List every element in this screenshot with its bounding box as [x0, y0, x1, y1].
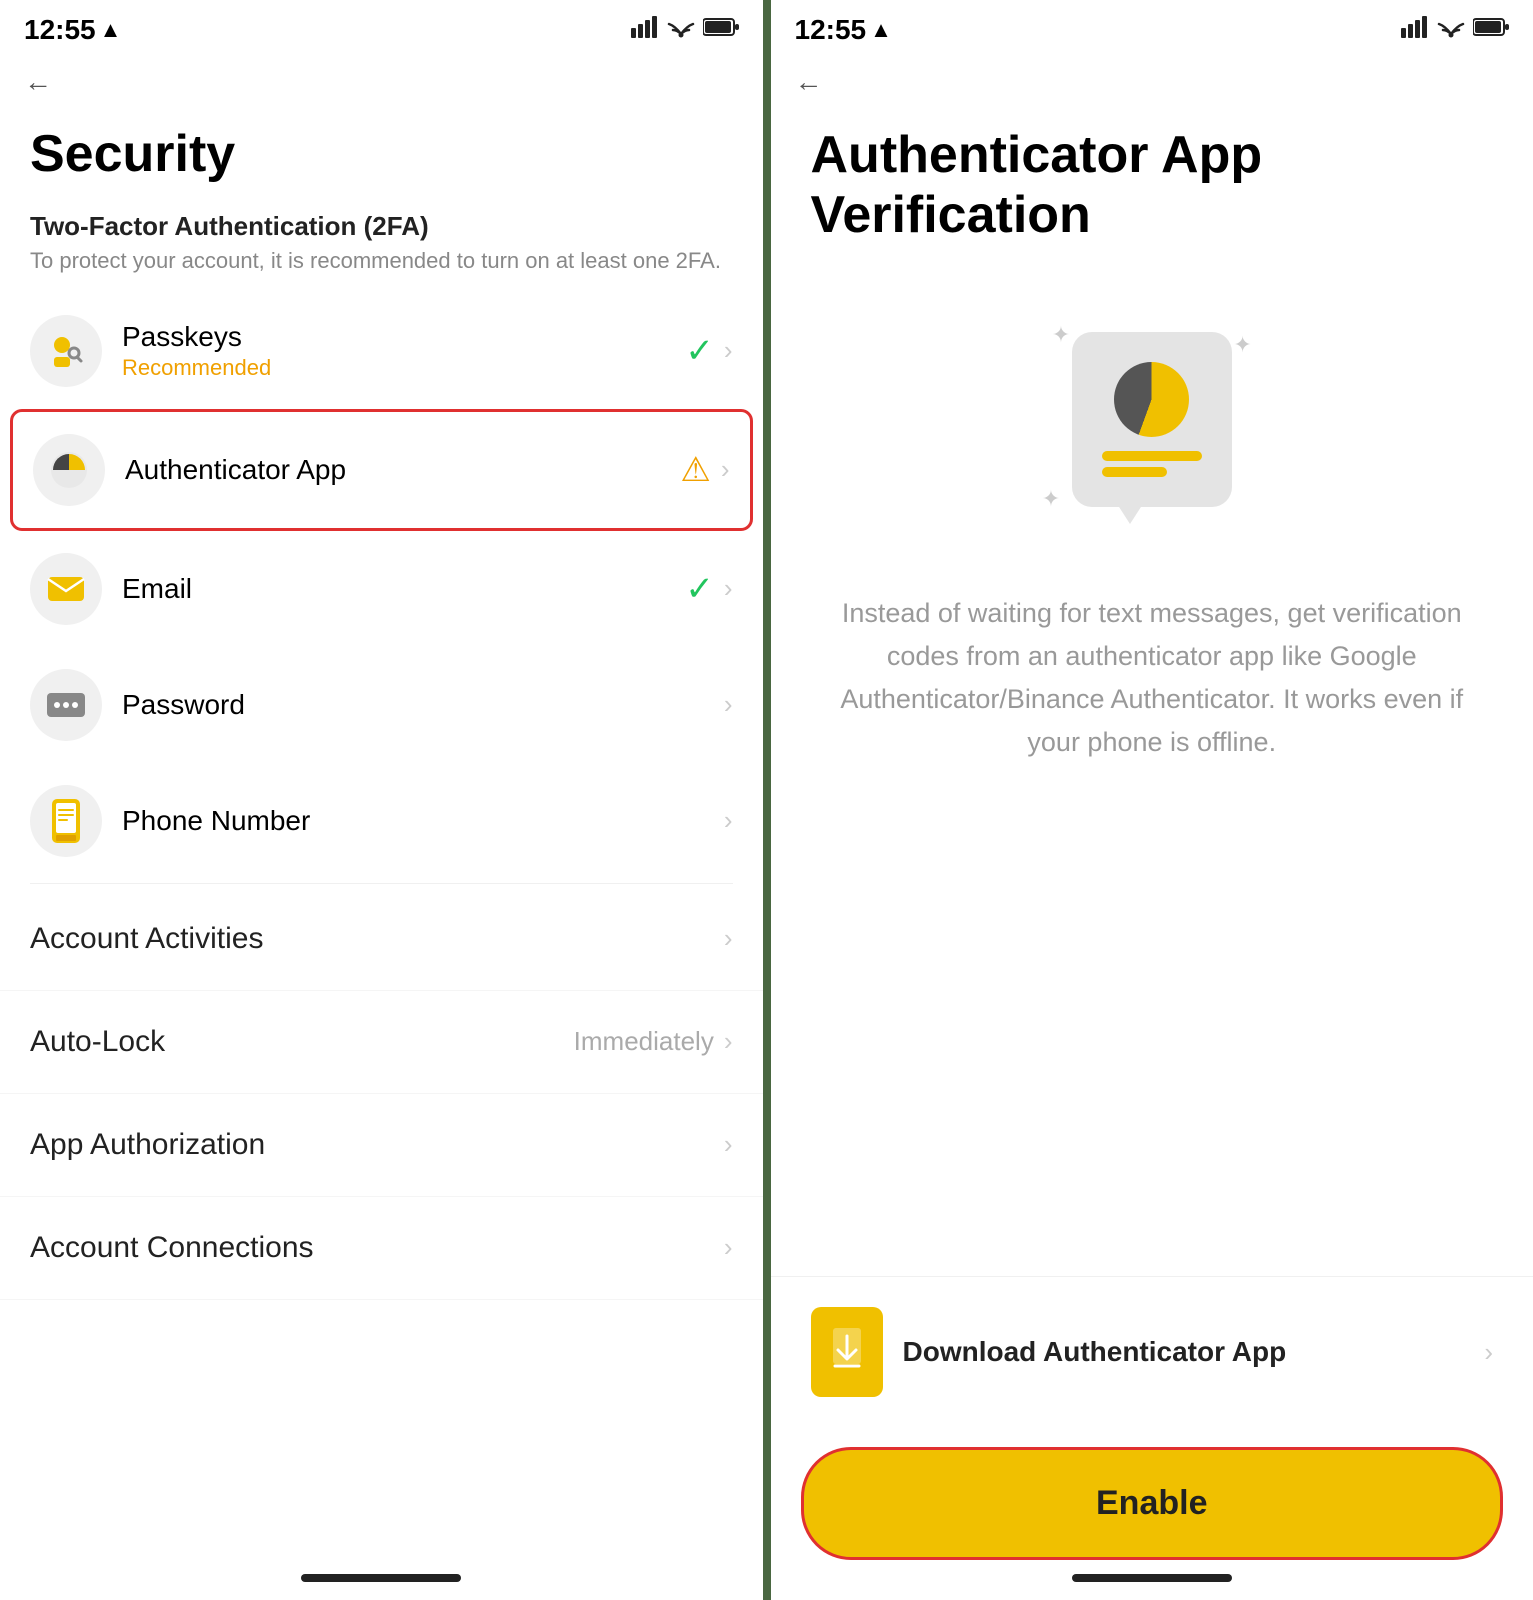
right-page-title: Authenticator App Verification [771, 106, 1533, 262]
email-chevron-icon: › [724, 573, 733, 604]
speech-bubble-tail [1112, 496, 1148, 524]
account-activities-chevron-icon: › [724, 923, 733, 954]
auth-bar-1 [1102, 451, 1202, 461]
battery-icon-left [703, 17, 739, 43]
location-icon-right: ▲ [870, 17, 892, 43]
separator-1 [30, 883, 733, 884]
email-status: ✓ › [685, 569, 732, 609]
auth-description: Instead of waiting for text messages, ge… [771, 582, 1533, 795]
time-left: 12:55 [24, 14, 96, 46]
tfa-section-sub: To protect your account, it is recommend… [0, 246, 763, 293]
authenticator-text: Authenticator App [125, 454, 680, 486]
auto-lock-chevron-icon: › [724, 1026, 733, 1057]
back-button-left[interactable]: ← [0, 54, 763, 106]
phone-status: › [724, 805, 733, 836]
tfa-item-password[interactable]: Password › [10, 647, 753, 763]
menu-item-app-authorization[interactable]: App Authorization › [0, 1094, 763, 1197]
home-indicator-left [301, 1574, 461, 1582]
menu-item-account-connections[interactable]: Account Connections › [0, 1197, 763, 1300]
authenticator-chevron-icon: › [721, 454, 730, 485]
wifi-icon-right [1437, 16, 1465, 44]
auth-phone-bg [1072, 332, 1232, 507]
auth-illustration-container: ✦ ✦ ✦ [771, 262, 1533, 582]
tfa-section-label: Two-Factor Authentication (2FA) [0, 193, 763, 246]
status-icons-left [631, 16, 739, 44]
right-panel: 12:55 ▲ ← Authenticator App Verification… [771, 0, 1533, 1600]
status-bar-right: 12:55 ▲ [771, 0, 1533, 54]
password-chevron-icon: › [724, 689, 733, 720]
phone-icon [30, 785, 102, 857]
account-connections-chevron-icon: › [724, 1232, 733, 1263]
tfa-item-authenticator[interactable]: Authenticator App ⚠ › [10, 409, 753, 531]
auth-bars [1102, 451, 1202, 477]
email-text: Email [122, 573, 685, 605]
left-panel: 12:55 ▲ ← Security Two-Factor Authentica… [0, 0, 763, 1600]
phone-text: Phone Number [122, 805, 724, 837]
sparkle-1: ✦ [1052, 322, 1070, 348]
password-icon [30, 669, 102, 741]
menu-item-account-activities[interactable]: Account Activities › [0, 888, 763, 991]
time-right: 12:55 [795, 14, 867, 46]
password-text: Password [122, 689, 724, 721]
email-check-icon: ✓ [685, 569, 714, 609]
authenticator-warn-icon: ⚠ [680, 450, 710, 490]
download-label: Download Authenticator App [903, 1336, 1287, 1368]
signal-icon-left [631, 16, 659, 44]
passkeys-chevron-icon: › [724, 335, 733, 366]
panel-divider [763, 0, 771, 1600]
passkeys-status: ✓ › [685, 331, 732, 371]
tfa-item-email[interactable]: Email ✓ › [10, 531, 753, 647]
auth-bar-2 [1102, 467, 1167, 477]
sparkle-2: ✦ [1233, 332, 1251, 358]
menu-item-auto-lock[interactable]: Auto-Lock Immediately › [0, 991, 763, 1094]
home-indicator-right [1072, 1574, 1232, 1582]
phone-chevron-icon: › [724, 805, 733, 836]
auth-illustration: ✦ ✦ ✦ [1042, 312, 1262, 552]
auth-pie-chart [1114, 362, 1189, 437]
download-row[interactable]: Download Authenticator App › [771, 1276, 1533, 1427]
signal-icon-right [1401, 16, 1429, 44]
battery-icon-right [1473, 17, 1509, 43]
password-status: › [724, 689, 733, 720]
sparkle-3: ✦ [1042, 486, 1060, 512]
tfa-item-passkeys[interactable]: Passkeys Recommended ✓ › [10, 293, 753, 409]
menu-list: Account Activities › Auto-Lock Immediate… [0, 888, 763, 1300]
spacer [771, 794, 1533, 1216]
tfa-item-phone[interactable]: Phone Number › [10, 763, 753, 879]
page-title-left: Security [0, 106, 763, 193]
authenticator-status: ⚠ › [680, 450, 729, 490]
status-bar-left: 12:55 ▲ [0, 0, 763, 54]
download-chevron-icon: › [1484, 1337, 1493, 1368]
passkeys-icon [30, 315, 102, 387]
location-icon-left: ▲ [100, 17, 122, 43]
wifi-icon-left [667, 16, 695, 44]
back-button-right[interactable]: ← [771, 54, 1533, 106]
passkeys-check-icon: ✓ [685, 331, 714, 371]
app-authorization-chevron-icon: › [724, 1129, 733, 1160]
status-icons-right [1401, 16, 1509, 44]
enable-button[interactable]: Enable [801, 1447, 1504, 1560]
download-app-icon [811, 1307, 883, 1397]
passkeys-text: Passkeys Recommended [122, 321, 685, 381]
tfa-list: Passkeys Recommended ✓ › Authenticator A… [0, 293, 763, 879]
authenticator-icon [33, 434, 105, 506]
email-icon [30, 553, 102, 625]
